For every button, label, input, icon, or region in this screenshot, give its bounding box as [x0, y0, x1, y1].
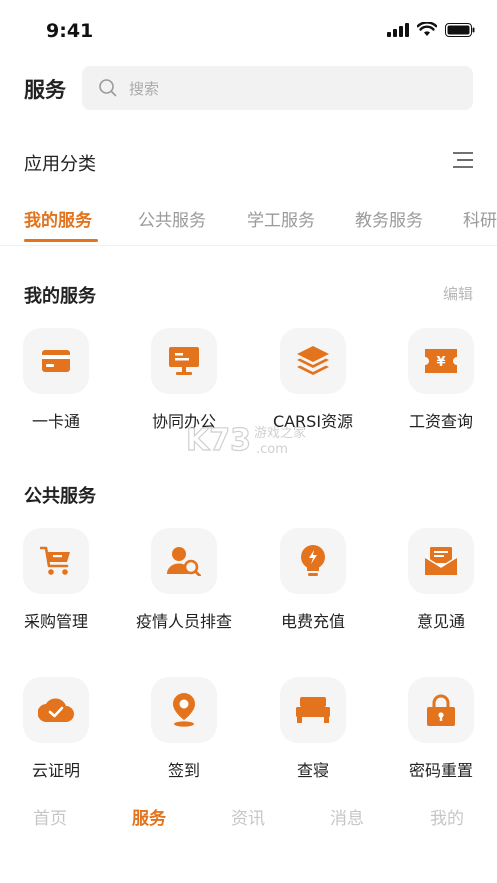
status-icons: [387, 22, 475, 37]
tab-student-services[interactable]: 学工服务: [247, 206, 315, 231]
service-item-salary[interactable]: ¥ 工资查询: [381, 328, 497, 438]
nav-home[interactable]: 首页: [10, 804, 90, 829]
service-icon-box: [151, 677, 217, 743]
header: 服务 搜索: [0, 62, 497, 114]
category-row: 应用分类: [0, 142, 497, 182]
category-tabs: 我的服务 公共服务 学工服务 教务服务 科研: [0, 198, 497, 246]
service-label: 签到: [167, 761, 200, 780]
status-bar: 9:41: [0, 0, 497, 56]
bottom-nav: 首页 服务 资讯 消息 我的: [0, 790, 497, 840]
service-item-dorm-check[interactable]: 查寝: [253, 677, 373, 787]
tab-public-services[interactable]: 公共服务: [138, 206, 206, 231]
service-item-password-reset[interactable]: 密码重置: [381, 677, 497, 787]
ticket-icon: ¥: [425, 349, 457, 373]
service-item-procurement[interactable]: 采购管理: [0, 528, 116, 638]
section-title-my-services: 我的服务: [24, 286, 96, 307]
service-label: 工资查询: [408, 412, 473, 431]
service-label: 云证明: [31, 761, 80, 780]
nav-services[interactable]: 服务: [109, 804, 189, 829]
bulb-icon: [301, 545, 325, 576]
service-label: 电费充值: [280, 612, 345, 631]
service-label: 意见通: [416, 612, 465, 631]
service-icon-box: [23, 677, 89, 743]
service-icon-box: [151, 528, 217, 594]
page-title: 服务: [24, 78, 66, 102]
battery-icon: [445, 22, 475, 37]
location-pin-icon: [173, 693, 195, 727]
service-item-feedback[interactable]: 意见通: [381, 528, 497, 638]
service-icon-box: [151, 328, 217, 394]
category-title: 应用分类: [24, 154, 96, 175]
search-icon: [99, 79, 117, 97]
watermark-logo: K73 游戏之家 .com: [185, 422, 306, 458]
tab-indicator: [24, 239, 98, 242]
service-icon-box: ¥: [408, 328, 474, 394]
service-label: 疫情人员排查: [135, 612, 232, 631]
tab-research[interactable]: 科研: [463, 206, 497, 231]
svg-text:K73: K73: [186, 423, 251, 458]
service-icon-box: [23, 328, 89, 394]
svg-text:游戏之家: 游戏之家: [254, 425, 306, 441]
service-item-cloud-certificate[interactable]: 云证明: [0, 677, 116, 787]
lock-icon: [427, 694, 455, 726]
service-label: 密码重置: [408, 761, 473, 780]
tab-academic-services[interactable]: 教务服务: [355, 206, 423, 231]
svg-text:.com: .com: [256, 442, 288, 457]
cloud-check-icon: [38, 698, 74, 722]
search-input[interactable]: 搜索: [82, 66, 473, 110]
nav-news[interactable]: 资讯: [208, 804, 288, 829]
service-icon-box: [408, 677, 474, 743]
edit-button[interactable]: 编辑: [443, 283, 473, 304]
mail-icon: [425, 547, 457, 575]
nav-messages[interactable]: 消息: [307, 804, 387, 829]
service-label: 查寝: [296, 761, 329, 780]
service-icon-box: [408, 528, 474, 594]
service-icon-box: [280, 677, 346, 743]
service-item-check-in[interactable]: 签到: [124, 677, 244, 787]
bed-icon: [296, 697, 330, 723]
wifi-icon: [417, 22, 437, 36]
cellular-signal-icon: [387, 22, 409, 37]
service-item-campus-card[interactable]: 一卡通: [0, 328, 116, 438]
service-label: 采购管理: [23, 612, 88, 631]
card-icon: [42, 350, 70, 372]
section-title-public-services: 公共服务: [24, 486, 96, 507]
cart-icon: [40, 546, 70, 575]
monitor-icon: [169, 347, 199, 375]
status-time: 9:41: [46, 20, 94, 42]
service-item-electricity[interactable]: 电费充值: [253, 528, 373, 638]
nav-profile[interactable]: 我的: [407, 804, 487, 829]
service-label: 一卡通: [31, 412, 80, 431]
svg-text:¥: ¥: [436, 355, 445, 370]
layers-icon: [297, 346, 329, 375]
tab-my-services[interactable]: 我的服务: [24, 206, 92, 231]
search-placeholder: 搜索: [129, 80, 160, 98]
service-item-epidemic-check[interactable]: 疫情人员排查: [124, 528, 244, 638]
menu-icon[interactable]: [451, 150, 473, 170]
service-icon-box: [23, 528, 89, 594]
service-icon-box: [280, 328, 346, 394]
service-icon-box: [280, 528, 346, 594]
user-search-icon: [167, 547, 201, 576]
